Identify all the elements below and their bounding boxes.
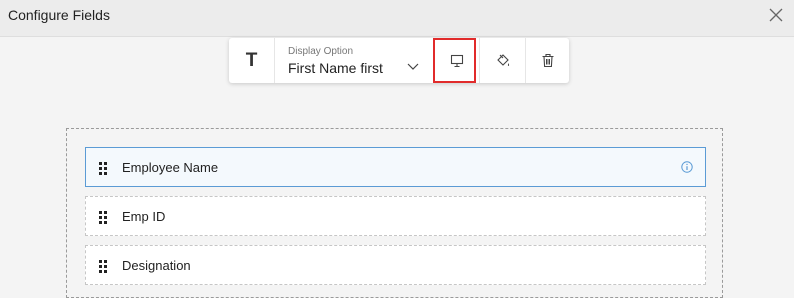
field-label: Emp ID: [122, 209, 166, 224]
display-option-dropdown[interactable]: Display Option First Name first: [275, 38, 433, 83]
field-designation[interactable]: Designation: [85, 245, 706, 285]
drag-handle-icon[interactable]: [98, 211, 108, 224]
drag-handle-icon[interactable]: [98, 260, 108, 273]
drag-handle-icon[interactable]: [98, 162, 108, 175]
chevron-down-icon: [407, 63, 419, 70]
delete-button[interactable]: [525, 38, 570, 83]
display-option-label: Display Option: [288, 46, 354, 57]
display-settings-button[interactable]: [434, 38, 479, 83]
color-fill-button[interactable]: [480, 38, 525, 83]
text-field-icon[interactable]: T: [229, 38, 274, 83]
paint-bucket-icon: [496, 53, 509, 66]
field-toolbar: T Display Option First Name first: [229, 38, 569, 83]
display-option-value: First Name first: [288, 60, 383, 76]
field-employee-name[interactable]: Employee Name: [85, 147, 706, 187]
trash-icon: [542, 53, 553, 68]
dialog-title: Configure Fields: [8, 7, 110, 23]
field-emp-id[interactable]: Emp ID: [85, 196, 706, 236]
monitor-icon: [450, 54, 463, 67]
close-icon[interactable]: [768, 7, 784, 23]
info-icon[interactable]: [681, 161, 693, 173]
field-label: Designation: [122, 258, 191, 273]
dialog-header: Configure Fields: [0, 0, 794, 37]
field-label: Employee Name: [122, 160, 219, 175]
